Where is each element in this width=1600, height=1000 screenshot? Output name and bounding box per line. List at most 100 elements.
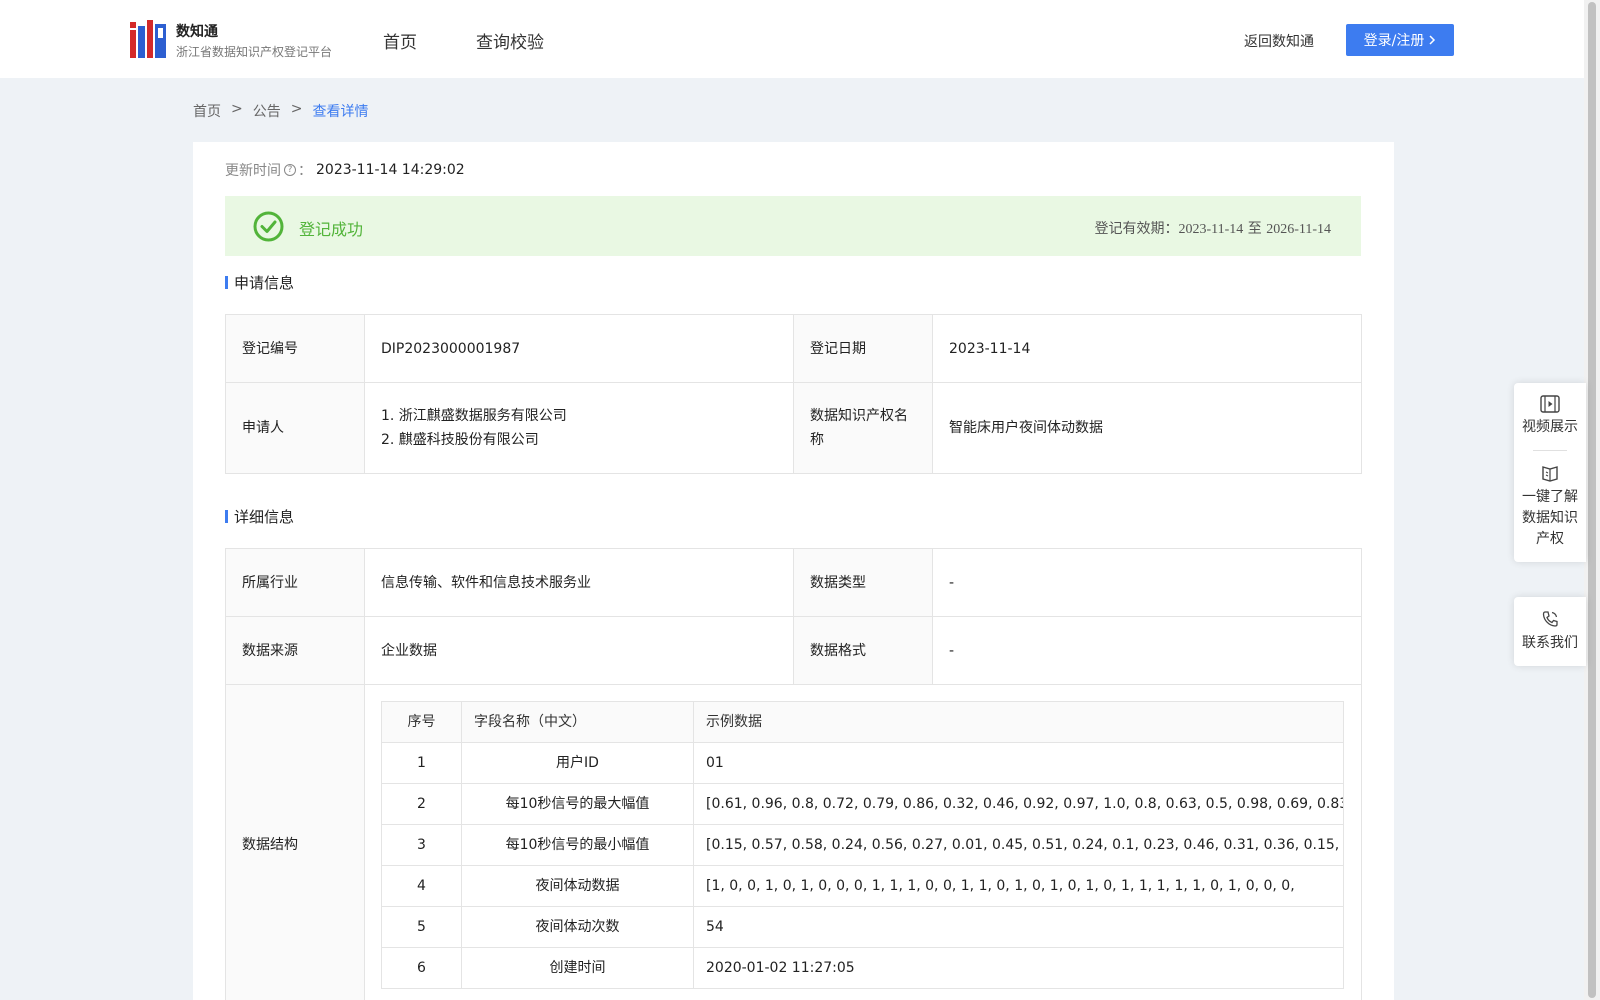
row-no: 4 — [381, 865, 462, 907]
structure-table: 序号 字段名称（中文） 示例数据 1 用户ID 01 2 每10秒信号的最大幅值… — [381, 701, 1344, 989]
section-detail: 详细信息 — [225, 506, 294, 527]
row-no: 1 — [381, 742, 462, 784]
source-label: 数据来源 — [225, 616, 365, 685]
structure-cell: 序号 字段名称（中文） 示例数据 1 用户ID 01 2 每10秒信号的最大幅值… — [364, 684, 1362, 1000]
data-type-value: - — [932, 548, 1362, 617]
breadcrumb-separator: > — [290, 101, 303, 117]
row-name: 每10秒信号的最小幅值 — [461, 824, 694, 866]
contact-us-button[interactable]: 联系我们 — [1514, 597, 1586, 666]
row-no: 6 — [381, 947, 462, 989]
section-marker — [225, 276, 228, 289]
structure-row: 2 每10秒信号的最大幅值 [0.61, 0.96, 0.8, 0.72, 0.… — [381, 783, 1344, 825]
breadcrumb: 首页 > 公告 > 查看详情 — [193, 101, 368, 121]
ip-name-label: 数据知识产权名称 — [793, 382, 933, 474]
row-name: 每10秒信号的最大幅值 — [461, 783, 694, 825]
reg-no-label: 登记编号 — [225, 314, 365, 383]
phone-icon — [1542, 611, 1558, 627]
status-text: 登记成功 — [299, 220, 364, 239]
back-link[interactable]: 返回数知通 — [1244, 31, 1314, 51]
col-name-header: 字段名称（中文） — [461, 701, 694, 743]
col-no-header: 序号 — [381, 701, 462, 743]
section-application: 申请信息 — [225, 272, 294, 293]
row-no: 3 — [381, 824, 462, 866]
col-example-header: 示例数据 — [693, 701, 1344, 743]
brand-name[interactable]: 数知通 — [176, 21, 218, 41]
row-name: 夜间体动次数 — [461, 906, 694, 948]
detail-table: 所属行业 信息传输、软件和信息技术服务业 数据类型 - 数据来源 企业数据 数据… — [225, 548, 1362, 1000]
applicant-value: 1. 浙江麒盛数据服务有限公司 2. 麒盛科技股份有限公司 — [364, 382, 794, 474]
section-application-title: 申请信息 — [234, 274, 295, 292]
detail-card: 更新时间 ? ： 2023-11-14 14:29:02 登记成功 登记有效期：… — [193, 142, 1394, 1000]
validity-label: 登记有效期： — [1094, 221, 1179, 237]
video-showcase-button[interactable]: 视频展示 — [1514, 383, 1586, 450]
format-label: 数据格式 — [793, 616, 933, 685]
learn-line-3: 产权 — [1536, 531, 1564, 547]
help-icon[interactable]: ? — [284, 164, 296, 176]
login-label: 登录/注册 — [1363, 33, 1425, 49]
applicant-1: 1. 浙江麒盛数据服务有限公司 — [381, 408, 567, 424]
top-header: 数知通 浙江省数据知识产权登记平台 首页 查询校验 返回数知通 登录/注册 — [0, 0, 1584, 78]
applicant-2: 2. 麒盛科技股份有限公司 — [381, 432, 539, 448]
table-row: 申请人 1. 浙江麒盛数据服务有限公司 2. 麒盛科技股份有限公司 数据知识产权… — [225, 382, 1362, 474]
learn-ip-button[interactable]: 一键了解 数据知识 产权 — [1514, 451, 1586, 562]
logo-icon[interactable] — [130, 20, 166, 58]
reg-date-label: 登记日期 — [793, 314, 933, 383]
status-banner: 登记成功 登记有效期：2023-11-14 至 2026-11-14 — [225, 196, 1361, 256]
update-time-value: 2023-11-14 14:29:02 — [316, 162, 465, 178]
data-type-label: 数据类型 — [793, 548, 933, 617]
learn-line-2: 数据知识 — [1522, 510, 1578, 526]
breadcrumb-home[interactable]: 首页 — [193, 101, 221, 121]
row-example: 54 — [693, 906, 1344, 948]
validity-to-word: 至 — [1247, 221, 1262, 237]
row-example: 01 — [693, 742, 1344, 784]
table-row: 数据来源 企业数据 数据格式 - — [225, 616, 1362, 685]
industry-label: 所属行业 — [225, 548, 365, 617]
update-time-row: 更新时间 ? ： 2023-11-14 14:29:02 — [225, 160, 465, 180]
structure-row: 5 夜间体动次数 54 — [381, 906, 1344, 948]
scrollbar[interactable] — [1584, 0, 1600, 1000]
contact-panel: 联系我们 — [1514, 597, 1586, 666]
breadcrumb-current: 查看详情 — [312, 104, 369, 120]
section-detail-title: 详细信息 — [234, 508, 295, 526]
row-example: [1, 0, 0, 1, 0, 1, 0, 0, 0, 1, 1, 1, 0, … — [693, 865, 1344, 907]
row-name: 创建时间 — [461, 947, 694, 989]
table-row: 所属行业 信息传输、软件和信息技术服务业 数据类型 - — [225, 548, 1362, 617]
row-no: 2 — [381, 783, 462, 825]
side-panel: 视频展示 一键了解 数据知识 产权 — [1514, 383, 1586, 562]
section-marker — [225, 510, 228, 523]
application-table: 登记编号 DIP2023000001987 登记日期 2023-11-14 申请… — [225, 314, 1362, 474]
login-register-button[interactable]: 登录/注册 — [1346, 24, 1454, 56]
format-value: - — [932, 616, 1362, 685]
structure-row: 1 用户ID 01 — [381, 742, 1344, 784]
row-name: 用户ID — [461, 742, 694, 784]
video-icon — [1540, 395, 1560, 413]
applicant-label: 申请人 — [225, 382, 365, 474]
nav-home[interactable]: 首页 — [383, 28, 417, 53]
check-circle-icon — [253, 211, 284, 242]
table-row: 登记编号 DIP2023000001987 登记日期 2023-11-14 — [225, 314, 1362, 383]
validity-period: 登记有效期：2023-11-14 至 2026-11-14 — [1094, 218, 1331, 238]
validity-to: 2026-11-14 — [1266, 222, 1331, 237]
structure-row: 3 每10秒信号的最小幅值 [0.15, 0.57, 0.58, 0.24, 0… — [381, 824, 1344, 866]
row-example: 2020-01-02 11:27:05 — [693, 947, 1344, 989]
breadcrumb-separator: > — [231, 101, 243, 117]
row-no: 5 — [381, 906, 462, 948]
structure-row: 6 创建时间 2020-01-02 11:27:05 — [381, 947, 1344, 989]
structure-label: 数据结构 — [225, 684, 365, 1000]
nav-query[interactable]: 查询校验 — [476, 28, 544, 53]
structure-header-row: 序号 字段名称（中文） 示例数据 — [381, 701, 1344, 743]
reg-no-value: DIP2023000001987 — [364, 314, 794, 383]
update-time-label: 更新时间 — [225, 163, 281, 179]
video-label: 视频展示 — [1522, 419, 1578, 435]
row-example: [0.15, 0.57, 0.58, 0.24, 0.56, 0.27, 0.0… — [693, 824, 1344, 866]
industry-value: 信息传输、软件和信息技术服务业 — [364, 548, 794, 617]
row-name: 夜间体动数据 — [461, 865, 694, 907]
source-value: 企业数据 — [364, 616, 794, 685]
chevron-right-icon — [1429, 35, 1436, 45]
structure-row: 4 夜间体动数据 [1, 0, 0, 1, 0, 1, 0, 0, 0, 1, … — [381, 865, 1344, 907]
table-row: 数据结构 序号 字段名称（中文） 示例数据 1 用户ID 01 2 每10秒信号… — [225, 684, 1362, 1000]
scroll-thumb[interactable] — [1588, 2, 1596, 998]
breadcrumb-notice[interactable]: 公告 — [253, 101, 281, 121]
learn-line-1: 一键了解 — [1522, 489, 1578, 505]
brand-subtitle: 浙江省数据知识产权登记平台 — [176, 45, 333, 59]
